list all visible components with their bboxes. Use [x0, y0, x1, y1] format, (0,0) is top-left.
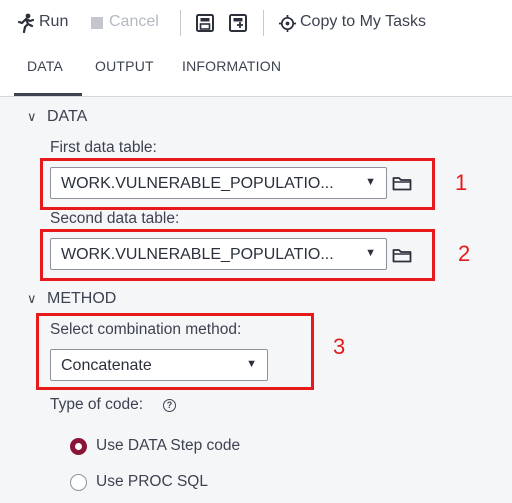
radio-label: Use PROC SQL — [96, 473, 208, 490]
stop-icon — [91, 17, 103, 29]
toolbar: Run Cancel Copy to My Tasks — [0, 0, 512, 46]
second-table-select[interactable]: WORK.VULNERABLE_POPULATIO... ▼ — [50, 238, 387, 270]
save-as-icon — [229, 14, 247, 32]
copy-to-my-tasks-button[interactable]: Copy to My Tasks — [278, 12, 438, 34]
method-section-title: METHOD — [47, 290, 117, 307]
help-icon[interactable]: ? — [163, 399, 176, 412]
copy-icon — [278, 14, 297, 33]
save-button[interactable] — [195, 13, 215, 33]
radio-option-data-step[interactable]: Use DATA Step code — [70, 437, 270, 457]
first-table-select[interactable]: WORK.VULNERABLE_POPULATIO... ▼ — [50, 167, 387, 199]
dropdown-arrow-icon: ▼ — [365, 176, 376, 188]
tab-information[interactable]: INFORMATION — [182, 58, 281, 74]
save-as-button[interactable] — [228, 13, 248, 33]
first-table-value: WORK.VULNERABLE_POPULATIO... — [61, 175, 334, 192]
tab-output[interactable]: OUTPUT — [95, 58, 154, 74]
cancel-label: Cancel — [109, 13, 159, 30]
dropdown-arrow-icon: ▼ — [246, 358, 257, 370]
first-table-label: First data table: — [50, 139, 157, 156]
chevron-down-icon: ∨ — [27, 291, 37, 306]
second-table-label: Second data table: — [50, 210, 180, 227]
radio-label: Use DATA Step code — [96, 437, 241, 454]
combination-method-select[interactable]: Concatenate ▼ — [50, 349, 268, 381]
annotation-number-1: 1 — [455, 170, 468, 195]
code-type-label: Type of code: — [50, 396, 144, 413]
run-icon — [17, 13, 35, 33]
annotation-number-3: 3 — [333, 334, 346, 359]
folder-icon[interactable] — [392, 175, 412, 191]
folder-icon[interactable] — [392, 247, 412, 263]
combination-method-value: Concatenate — [61, 357, 152, 374]
annotation-number-2: 2 — [458, 241, 471, 266]
dropdown-arrow-icon: ▼ — [365, 247, 376, 259]
toolbar-separator — [263, 10, 264, 36]
save-icon — [196, 14, 214, 32]
cancel-button[interactable]: Cancel — [90, 12, 166, 34]
radio-option-proc-sql[interactable]: Use PROC SQL — [70, 473, 270, 493]
toolbar-separator — [180, 10, 181, 36]
second-table-value: WORK.VULNERABLE_POPULATIO... — [61, 246, 334, 263]
run-button[interactable]: Run — [14, 12, 72, 34]
chevron-down-icon: ∨ — [27, 109, 37, 124]
run-label: Run — [39, 13, 69, 30]
copy-label: Copy to My Tasks — [300, 13, 426, 30]
data-section-title: DATA — [47, 108, 88, 125]
tab-data[interactable]: DATA — [27, 58, 63, 74]
radio-button-unselected[interactable] — [70, 474, 87, 491]
combination-method-label: Select combination method: — [50, 321, 242, 338]
radio-button-selected[interactable] — [70, 438, 87, 455]
